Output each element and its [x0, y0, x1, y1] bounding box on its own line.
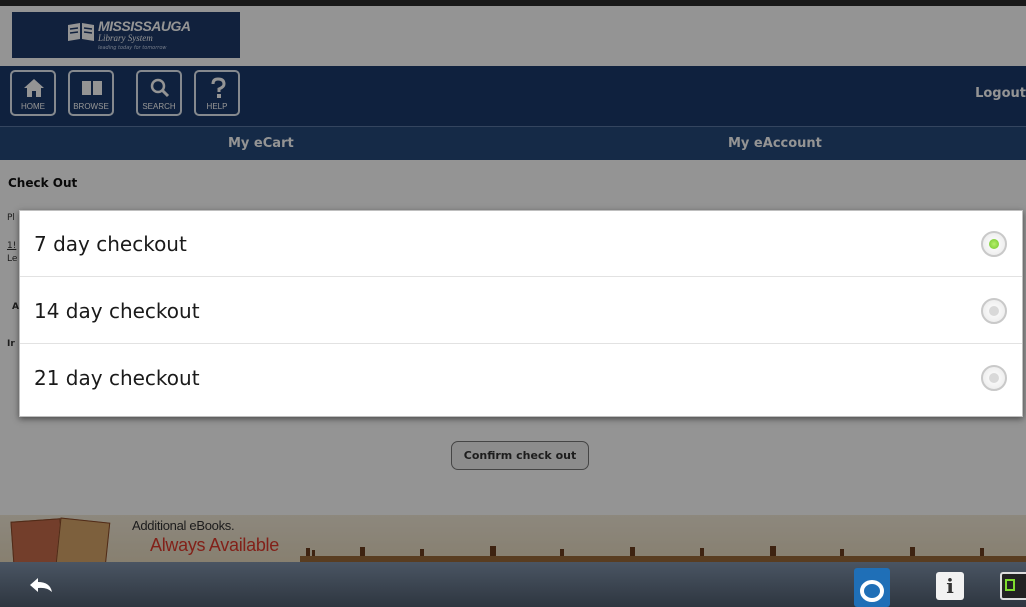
overdrive-logo-icon	[860, 580, 884, 602]
radio-unselected-icon[interactable]	[981, 298, 1007, 324]
option-label: 14 day checkout	[34, 299, 200, 323]
screen-app-icon[interactable]	[1000, 572, 1026, 600]
option-14-day[interactable]: 14 day checkout	[20, 278, 1022, 344]
radio-selected-icon[interactable]	[981, 231, 1007, 257]
option-21-day[interactable]: 21 day checkout	[20, 345, 1022, 411]
back-arrow-icon[interactable]	[28, 576, 54, 594]
checkout-period-dialog: 7 day checkout 14 day checkout 21 day ch…	[19, 210, 1023, 417]
option-label: 21 day checkout	[34, 366, 200, 390]
info-icon[interactable]: i	[936, 572, 964, 600]
system-navigation-bar: i	[0, 562, 1026, 607]
radio-unselected-icon[interactable]	[981, 365, 1007, 391]
overdrive-app-icon[interactable]	[854, 568, 890, 607]
option-7-day[interactable]: 7 day checkout	[20, 211, 1022, 277]
option-label: 7 day checkout	[34, 232, 187, 256]
